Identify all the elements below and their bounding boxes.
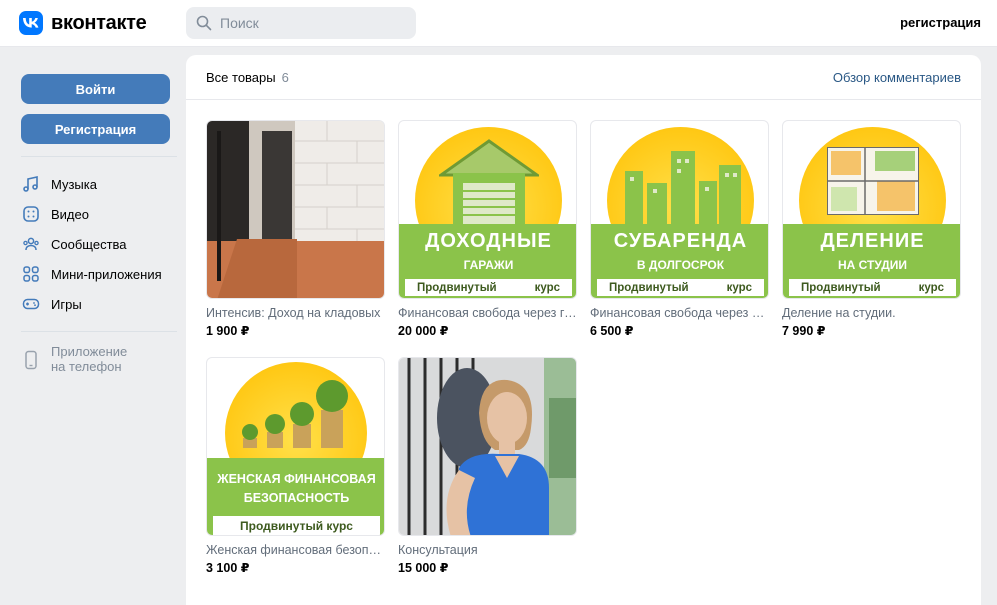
- search-icon: [196, 15, 212, 31]
- vk-logo[interactable]: вконтакте: [19, 11, 147, 35]
- product-name[interactable]: Интенсив: Доход на кладовых: [206, 306, 385, 320]
- product-price: 7 990 ₽: [782, 324, 826, 338]
- product-card[interactable]: СУБАРЕНДА В ДОЛГОСРОК Продвинутый курс Фи…: [590, 120, 769, 338]
- product-name[interactable]: Финансовая свобода через субаренду: [590, 306, 769, 320]
- search-input[interactable]: [220, 15, 410, 31]
- sidebar-item-label: Игры: [51, 296, 82, 312]
- sidebar-item-mini-apps[interactable]: Мини-приложения: [21, 259, 171, 289]
- brand-name: вконтакте: [51, 11, 147, 34]
- product-price: 20 000 ₽: [398, 324, 449, 338]
- product-image[interactable]: [398, 357, 577, 536]
- signup-button[interactable]: Регистрация: [21, 114, 170, 144]
- product-image[interactable]: СУБАРЕНДА В ДОЛГОСРОК Продвинутый курс: [590, 120, 769, 299]
- login-button[interactable]: Войти: [21, 74, 170, 104]
- product-image[interactable]: ДЕЛЕНИЕ НА СТУДИИ Продвинутый курс: [782, 120, 961, 299]
- music-icon: [21, 174, 41, 194]
- sidebar-item-music[interactable]: Музыка: [21, 169, 171, 199]
- product-price: 1 900 ₽: [206, 324, 250, 338]
- sidebar-divider: [21, 156, 177, 157]
- left-sidebar: Войти Регистрация Музыка Видео Сообществ…: [21, 74, 177, 376]
- garage-icon: [439, 139, 539, 225]
- product-image[interactable]: ДОХОДНЫЕ ГАРАЖИ Продвинутый курс: [398, 120, 577, 299]
- product-name[interactable]: Консультация: [398, 543, 577, 557]
- promo-banner: ЖЕНСКАЯ ФИНАНСОВАЯ БЕЗОПАСНОСТЬ Продвинут…: [207, 458, 384, 535]
- sidebar-item-video[interactable]: Видео: [21, 199, 171, 229]
- sidebar-item-communities[interactable]: Сообщества: [21, 229, 171, 259]
- top-header: вконтакте регистрация: [0, 0, 997, 47]
- sidebar-item-label: Мини-приложения: [51, 266, 162, 282]
- sidebar-divider: [21, 331, 177, 332]
- product-card[interactable]: Интенсив: Доход на кладовых 1 900 ₽: [206, 120, 385, 338]
- product-price: 15 000 ₽: [398, 561, 449, 575]
- promo-banner: ДЕЛЕНИЕ НА СТУДИИ Продвинутый курс: [783, 224, 960, 298]
- floor-plan-icon: [827, 147, 919, 215]
- sidebar-item-label: Видео: [51, 206, 89, 222]
- product-card[interactable]: Консультация 15 000 ₽: [398, 357, 577, 575]
- product-image[interactable]: ЖЕНСКАЯ ФИНАНСОВАЯ БЕЗОПАСНОСТЬ Продвинут…: [206, 357, 385, 536]
- product-card[interactable]: ДЕЛЕНИЕ НА СТУДИИ Продвинутый курс Делени…: [782, 120, 961, 338]
- reviews-link[interactable]: Обзор комментариев: [833, 70, 961, 85]
- phone-icon: [21, 344, 41, 376]
- mobile-app-label: Приложение на телефон: [51, 344, 128, 374]
- vk-logo-icon: [19, 11, 43, 35]
- promo-banner: СУБАРЕНДА В ДОЛГОСРОК Продвинутый курс: [591, 224, 768, 298]
- product-price: 3 100 ₽: [206, 561, 250, 575]
- mini-apps-icon: [21, 264, 41, 284]
- products-count: 6: [281, 69, 289, 85]
- product-name[interactable]: Деление на студии.: [782, 306, 961, 320]
- video-icon: [21, 204, 41, 224]
- sidebar-item-mobile-app[interactable]: Приложение на телефон: [21, 344, 171, 376]
- product-image[interactable]: [206, 120, 385, 299]
- sidebar-item-label: Сообщества: [51, 236, 127, 252]
- buildings-icon: [625, 151, 741, 227]
- header-register-link[interactable]: регистрация: [900, 15, 981, 30]
- sidebar-item-games[interactable]: Игры: [21, 289, 171, 319]
- money-tree-icon: [242, 380, 348, 448]
- search-box[interactable]: [186, 7, 416, 39]
- product-price: 6 500 ₽: [590, 324, 634, 338]
- sidebar-item-label: Музыка: [51, 176, 97, 192]
- product-card[interactable]: ЖЕНСКАЯ ФИНАНСОВАЯ БЕЗОПАСНОСТЬ Продвинут…: [206, 357, 385, 575]
- product-name[interactable]: Женская финансовая безопасность: [206, 543, 385, 557]
- products-header: Все товары 6 Обзор комментариев: [186, 55, 981, 100]
- promo-banner: ДОХОДНЫЕ ГАРАЖИ Продвинутый курс: [399, 224, 576, 298]
- page-title: Все товары: [206, 69, 276, 85]
- gamepad-icon: [21, 294, 41, 314]
- communities-icon: [21, 234, 41, 254]
- product-name[interactable]: Финансовая свобода через гаражи: [398, 306, 577, 320]
- products-card: Все товары 6 Обзор комментариев Интенсив…: [186, 55, 981, 605]
- product-card[interactable]: ДОХОДНЫЕ ГАРАЖИ Продвинутый курс Финансов…: [398, 120, 577, 338]
